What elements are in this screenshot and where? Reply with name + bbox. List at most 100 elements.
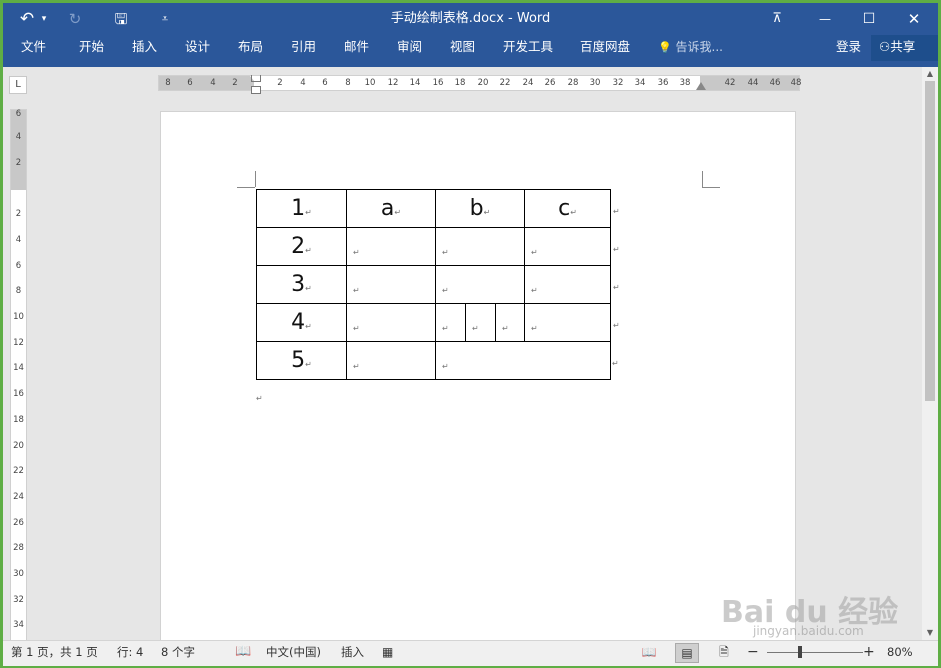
tab-mailings[interactable]: 邮件	[344, 35, 369, 61]
ruler-tick: 20	[13, 441, 24, 451]
table-subcell[interactable]: ↵	[466, 304, 496, 341]
document-page[interactable]: 1↵ a↵ b↵ c↵↵ 2↵ ↵ ↵ ↵↵ 3↵ ↵ ↵ ↵↵ 4↵ ↵	[160, 111, 796, 640]
crop-mark	[255, 171, 256, 187]
tab-layout[interactable]: 布局	[238, 35, 263, 61]
table-subcell[interactable]: ↵	[436, 304, 466, 341]
table-cell[interactable]: c↵ ↵	[524, 189, 620, 228]
horizontal-ruler[interactable]: 8 6 4 2 2 4 6 8 10 12 14 16 18 20 22 24 …	[158, 75, 801, 94]
maximize-icon[interactable]: ☐	[857, 3, 881, 35]
vertical-ruler[interactable]: 6 4 2 2 4 6 8 10 12 14 16 18 20 22 24 26…	[10, 109, 27, 640]
read-mode-icon[interactable]: 📖	[638, 643, 660, 661]
table-row: 5↵ ↵ ↵ ↵	[256, 341, 619, 380]
scroll-down-icon[interactable]: ▼	[922, 626, 938, 640]
tell-me-label: 告诉我...	[675, 40, 723, 54]
ruler-tick: 10	[364, 78, 376, 88]
ruler-tick: 48	[790, 78, 802, 88]
ruler-tick: 6	[15, 109, 22, 119]
tab-design[interactable]: 设计	[185, 35, 210, 61]
zoom-out-button[interactable]: −	[747, 641, 759, 665]
share-button[interactable]: ⚇共享	[871, 35, 938, 61]
ruler-tick: 38	[679, 78, 691, 88]
zoom-in-button[interactable]: +	[863, 641, 875, 665]
ruler-tick: 4	[300, 78, 306, 88]
document-table[interactable]: 1↵ a↵ b↵ c↵↵ 2↵ ↵ ↵ ↵↵ 3↵ ↵ ↵ ↵↵ 4↵ ↵	[256, 189, 620, 380]
ruler-tick: 8	[345, 78, 351, 88]
table-cell[interactable]: ↵	[346, 303, 436, 342]
right-indent-marker[interactable]	[696, 82, 706, 90]
tab-developer[interactable]: 开发工具	[503, 35, 553, 61]
vertical-scrollbar[interactable]: ▲ ▼	[922, 67, 938, 640]
ruler-tick: 2	[15, 209, 22, 219]
crop-mark	[702, 171, 720, 188]
table-cell[interactable]: 1↵	[256, 189, 347, 228]
scroll-thumb[interactable]	[925, 81, 935, 401]
tab-file[interactable]: 文件	[21, 35, 46, 61]
tab-insert[interactable]: 插入	[132, 35, 157, 61]
tab-selector-button[interactable]: L	[9, 76, 27, 94]
scroll-up-icon[interactable]: ▲	[922, 67, 938, 81]
tab-review[interactable]: 审阅	[397, 35, 422, 61]
zoom-slider-track[interactable]	[767, 652, 863, 653]
table-row: 3↵ ↵ ↵ ↵ ↵	[256, 265, 620, 304]
table-cell[interactable]: b↵	[435, 189, 525, 228]
ruler-tick: 46	[769, 78, 781, 88]
ruler-tick: 14	[409, 78, 421, 88]
window-title: 手动绘制表格.docx - Word	[390, 11, 551, 26]
ruler-tick: 20	[477, 78, 489, 88]
proofing-icon[interactable]: 📖	[235, 641, 251, 665]
ruler-tick: 44	[747, 78, 759, 88]
ruler-tick: 18	[454, 78, 466, 88]
tab-baidu-netdisk[interactable]: 百度网盘	[580, 35, 630, 61]
ruler-tick: 28	[13, 543, 24, 553]
table-cell[interactable]: ↵ ↵	[524, 227, 620, 266]
table-cell[interactable]: ↵	[435, 227, 525, 266]
undo-icon[interactable]: ↶	[17, 3, 37, 35]
redo-icon[interactable]: ↻	[65, 3, 85, 35]
close-icon[interactable]: ✕	[902, 3, 926, 35]
web-layout-icon[interactable]: 🗎	[713, 643, 735, 661]
left-indent-marker[interactable]	[251, 86, 261, 94]
zoom-slider-thumb[interactable]	[798, 646, 802, 658]
tab-home[interactable]: 开始	[79, 35, 104, 61]
table-cell[interactable]: a↵	[346, 189, 436, 228]
table-cell-split[interactable]: ↵ ↵ ↵	[435, 303, 525, 342]
customize-toolbar-icon[interactable]: ⩡	[158, 3, 172, 35]
table-cell[interactable]: 5↵	[256, 341, 347, 380]
table-row: 2↵ ↵ ↵ ↵ ↵	[256, 227, 620, 266]
macro-record-icon[interactable]: ▦	[382, 641, 393, 665]
table-cell[interactable]: ↵	[346, 341, 436, 380]
table-cell[interactable]: 2↵	[256, 227, 347, 266]
ruler-tick: 22	[499, 78, 511, 88]
table-cell-merged[interactable]: ↵ ↵	[435, 341, 619, 380]
table-cell[interactable]: ↵ ↵	[524, 265, 620, 304]
ruler-tick: 12	[387, 78, 399, 88]
ruler-tick: 4	[210, 78, 216, 88]
undo-dropdown-icon[interactable]: ▾	[39, 3, 49, 35]
insert-mode[interactable]: 插入	[341, 641, 364, 665]
language-indicator[interactable]: 中文(中国)	[266, 641, 321, 665]
table-cell[interactable]: ↵	[435, 265, 525, 304]
login-button[interactable]: 登录	[836, 35, 861, 61]
ribbon-display-options-icon[interactable]: ⊼	[765, 3, 789, 35]
table-subcell[interactable]: ↵	[496, 304, 524, 341]
table-cell[interactable]: ↵	[346, 227, 436, 266]
table-cell[interactable]: 3↵	[256, 265, 347, 304]
table-cell[interactable]: ↵	[346, 265, 436, 304]
tab-view[interactable]: 视图	[450, 35, 475, 61]
ruler-tick: 24	[13, 492, 24, 502]
ruler-tick: 10	[13, 312, 24, 322]
ruler-tick: 42	[724, 78, 736, 88]
tab-references[interactable]: 引用	[291, 35, 316, 61]
word-count[interactable]: 8 个字	[161, 641, 195, 665]
ruler-tick: 32	[13, 595, 24, 605]
print-layout-icon[interactable]: ▤	[675, 643, 699, 663]
page-count[interactable]: 第 1 页，共 1 页	[11, 641, 98, 665]
tell-me-search[interactable]: 💡 告诉我...	[658, 35, 723, 61]
line-number[interactable]: 行: 4	[117, 641, 143, 665]
table-cell[interactable]: ↵ ↵	[524, 303, 620, 342]
save-icon[interactable]: 🖫	[111, 3, 131, 35]
table-cell[interactable]: 4↵	[256, 303, 347, 342]
zoom-level[interactable]: 80%	[887, 641, 913, 665]
table-row: 4↵ ↵ ↵ ↵ ↵ ↵ ↵	[256, 303, 620, 342]
minimize-icon[interactable]: —	[813, 3, 837, 35]
